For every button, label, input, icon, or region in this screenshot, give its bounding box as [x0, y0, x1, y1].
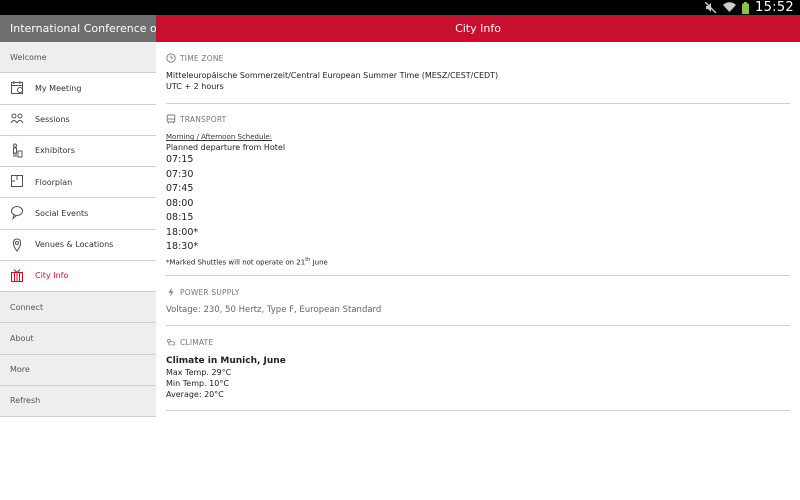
sidebar-item-label: My Meeting [35, 83, 82, 93]
sidebar-item-label: Welcome [10, 52, 47, 62]
departure-time: 08:15 [166, 212, 194, 223]
sidebar-item-venues-locations[interactable]: Venues & Locations [0, 229, 156, 261]
departure-time: 18:30* [166, 241, 199, 252]
sidebar-item-label: Sessions [35, 115, 70, 125]
weather-icon [166, 337, 176, 347]
bus-icon [166, 114, 176, 124]
time-zone-title: Time Zone [166, 53, 790, 63]
status-time: 15:52 [755, 0, 794, 15]
chat-bubble-icon [10, 205, 25, 221]
climate-section: Climate Climate in Munich, June Max Temp… [166, 326, 790, 411]
sidebar-item-more[interactable]: More [0, 354, 156, 386]
power-supply-title: Power Supply [166, 287, 790, 297]
transport-title-label: Transport [180, 114, 227, 124]
schedule-label: Morning / Afternoon Schedule: [166, 133, 273, 141]
time-zone-title-label: Time Zone [180, 53, 224, 63]
sidebar-item-label: Refresh [10, 396, 41, 406]
clock-icon [166, 53, 176, 63]
sidebar-item-exhibitors[interactable]: Exhibitors [0, 135, 156, 167]
climate-heading: Climate in Munich, June [166, 356, 286, 366]
floorplan-icon [10, 174, 25, 189]
sidebar-item-city-info[interactable]: City Info [0, 260, 156, 292]
time-zone-line2: UTC + 2 hours [166, 82, 224, 91]
departure-time: 07:45 [166, 183, 194, 194]
sidebar-item-label: Venues & Locations [35, 240, 114, 250]
sidebar-item-label: City Info [35, 271, 69, 281]
power-supply-text: Voltage: 230, 50 Hertz, Type F, European… [166, 305, 382, 315]
power-supply-title-label: Power Supply [180, 287, 240, 297]
power-supply-section: Power Supply Voltage: 230, 50 Hertz, Typ… [166, 276, 790, 326]
gift-icon [10, 268, 25, 283]
departure-time: 08:00 [166, 197, 194, 209]
sidebar-item-label: More [10, 365, 30, 375]
departure-time: 07:15 [166, 154, 194, 165]
transport-section: Transport Morning / Afternoon Schedule: … [166, 104, 790, 276]
people-icon [10, 112, 25, 127]
climate-title-label: Climate [180, 337, 214, 347]
departure-label: Planned departure from Hotel [166, 143, 286, 152]
sidebar-item-my-meeting[interactable]: My Meeting [0, 73, 156, 105]
sidebar: Welcome My Meeting Sessions Exhibitors F… [0, 42, 156, 417]
sidebar-item-welcome[interactable]: Welcome [0, 42, 156, 74]
sidebar-item-refresh[interactable]: Refresh [0, 385, 156, 417]
climate-min-temp: Min Temp. 10°C [166, 379, 229, 388]
wifi-icon [723, 2, 737, 13]
climate-title: Climate [166, 337, 790, 347]
shuttle-note: *Marked Shuttles will not operate on 21t… [166, 255, 790, 267]
sidebar-item-floorplan[interactable]: Floorplan [0, 167, 156, 199]
sidebar-item-label: Exhibitors [35, 146, 75, 156]
departure-time: 18:00* [166, 226, 199, 238]
transport-title: Transport [166, 114, 790, 124]
page-title: City Info [156, 15, 800, 42]
climate-average-temp: Average: 20°C [166, 390, 224, 399]
sidebar-item-label: Floorplan [35, 177, 73, 187]
exhibitor-icon [10, 143, 25, 158]
time-zone-line1: Mitteleuropäische Sommerzeit/Central Eur… [166, 71, 499, 80]
sidebar-item-label: Social Events [35, 208, 89, 218]
climate-max-temp: Max Temp. 29°C [166, 368, 232, 377]
calendar-icon [10, 80, 25, 95]
status-bar: 15:52 [0, 0, 800, 15]
shuttle-note-text: *Marked Shuttles will not operate on 21 [166, 257, 306, 266]
battery-icon [742, 1, 750, 14]
sidebar-item-label: Connect [10, 302, 44, 312]
sidebar-item-sessions[interactable]: Sessions [0, 104, 156, 136]
app-title: International Conference o... [0, 15, 156, 42]
mute-icon [705, 2, 717, 13]
sidebar-item-connect[interactable]: Connect [0, 292, 156, 324]
sidebar-item-social-events[interactable]: Social Events [0, 198, 156, 230]
sidebar-item-label: About [10, 333, 34, 343]
departure-time: 07:30 [166, 168, 194, 180]
shuttle-note-month: June [310, 257, 328, 266]
time-zone-section: Time Zone Mitteleuropäische Sommerzeit/C… [166, 42, 790, 104]
lightning-icon [166, 287, 176, 297]
map-pin-icon [10, 237, 25, 252]
main-content: Time Zone Mitteleuropäische Sommerzeit/C… [156, 42, 800, 500]
sidebar-item-about[interactable]: About [0, 323, 156, 355]
